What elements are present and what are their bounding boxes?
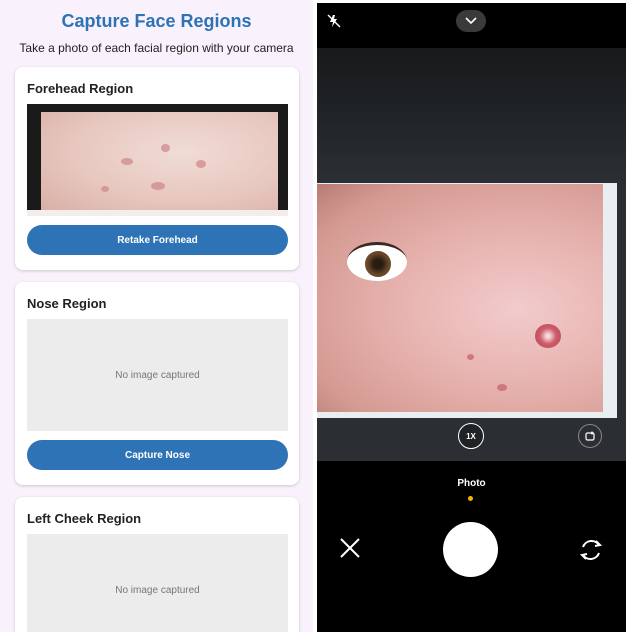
retake-forehead-button[interactable]: Retake Forehead	[27, 225, 288, 255]
region-title: Forehead Region	[27, 81, 134, 96]
zoom-button[interactable]: 1X	[458, 423, 484, 449]
capture-nose-button[interactable]: Capture Nose	[27, 440, 288, 470]
page-subtitle: Take a photo of each facial region with …	[19, 41, 294, 55]
nose-photo-placeholder: No image captured	[27, 319, 288, 431]
mode-photo[interactable]: Photo	[317, 478, 626, 489]
sticker-icon[interactable]	[578, 424, 602, 448]
close-icon[interactable]	[336, 536, 364, 564]
page-title: Capture Face Regions	[61, 11, 252, 31]
shutter-button[interactable]	[443, 522, 498, 577]
flash-off-icon[interactable]	[325, 12, 343, 30]
face-preview-image	[317, 184, 603, 412]
region-title: Nose Region	[27, 296, 107, 311]
left-cheek-region-card: Left Cheek Region No image captured	[15, 497, 299, 632]
flip-camera-icon[interactable]	[577, 536, 605, 564]
chevron-down-icon[interactable]	[456, 10, 486, 32]
left-cheek-photo-placeholder: No image captured	[27, 534, 288, 632]
region-title: Left Cheek Region	[27, 511, 142, 526]
camera-viewfinder[interactable]	[317, 48, 626, 461]
capture-screen: Capture Face Regions Take a photo of eac…	[0, 0, 313, 632]
forehead-region-card: Forehead Region Retake Forehead	[15, 67, 299, 270]
camera-view: 1X Photo	[317, 3, 626, 632]
mode-indicator	[468, 496, 473, 501]
nose-region-card: Nose Region No image captured Capture No…	[15, 282, 299, 485]
forehead-photo	[27, 104, 288, 216]
